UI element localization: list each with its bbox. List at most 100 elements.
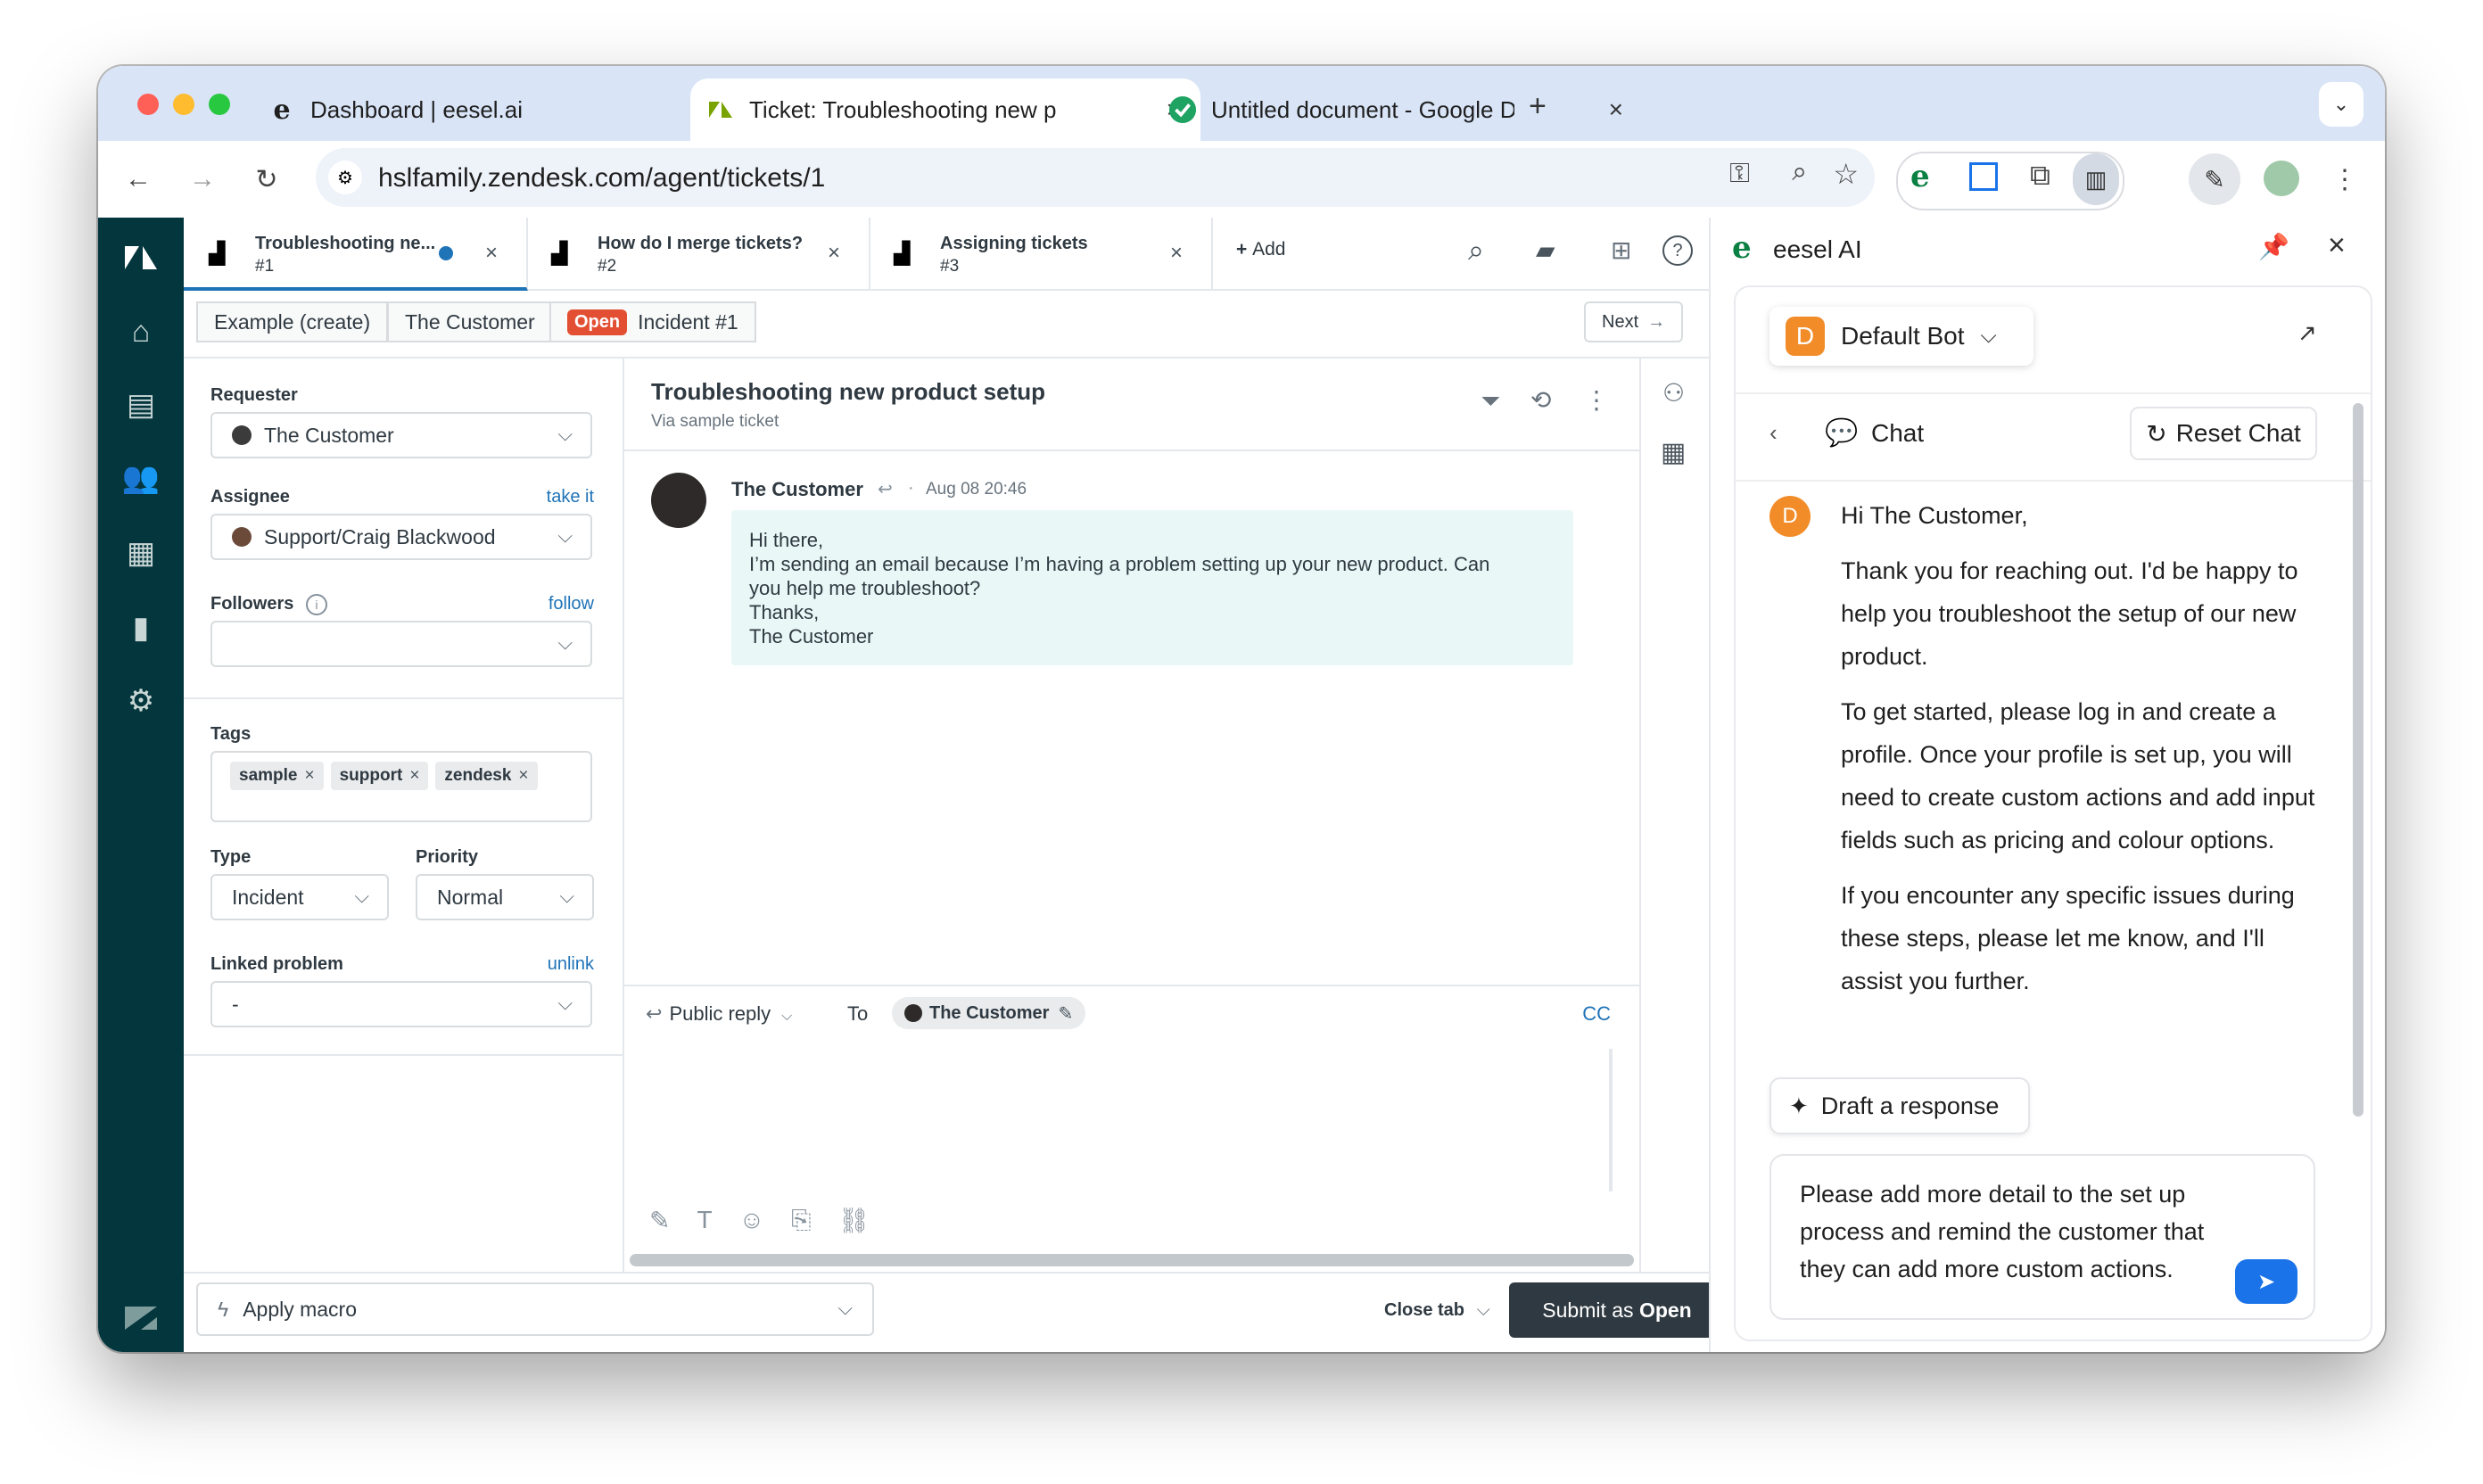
pin-icon[interactable]: 📌: [2258, 232, 2289, 261]
side-panel-icon[interactable]: ▥: [2073, 153, 2119, 205]
message-line: you help me troubleshoot?: [749, 577, 981, 599]
browser-menu-icon[interactable]: ⋮: [2322, 157, 2367, 202]
remove-tag-icon[interactable]: ×: [518, 766, 528, 786]
conversations-icon[interactable]: ▰: [1536, 235, 1555, 265]
close-tab-icon[interactable]: ×: [828, 241, 840, 266]
admin-gear-icon[interactable]: ⚙: [120, 680, 162, 722]
bot-selector[interactable]: D Default Bot ⌵: [1769, 307, 2033, 366]
reporting-icon[interactable]: ▮: [120, 606, 162, 649]
take-it-link[interactable]: take it: [547, 487, 594, 507]
close-panel-icon[interactable]: ×: [2328, 228, 2346, 263]
screenshot-extension-icon[interactable]: [1969, 162, 1998, 191]
horizontal-scrollbar[interactable]: [630, 1254, 1634, 1266]
eesel-side-panel: e eesel AI 📌 × D Default Bot ⌵ ↗ ‹ 💬 Cha…: [1709, 218, 2385, 1352]
password-key-icon[interactable]: ⚿: [1729, 159, 1750, 189]
url-text[interactable]: hslfamily.zendesk.com/agent/tickets/1: [378, 163, 825, 194]
type-value: Incident: [232, 885, 304, 909]
tab-number: #2: [598, 257, 617, 276]
close-tab-icon[interactable]: ×: [1609, 95, 1623, 124]
text-format-icon[interactable]: T: [697, 1206, 712, 1235]
tags-input[interactable]: sample × support × zendesk ×: [210, 751, 592, 822]
tab-search-chevron-icon[interactable]: ⌄: [2319, 82, 2363, 127]
type-select[interactable]: Incident ⌵: [210, 874, 389, 920]
follow-link[interactable]: follow: [549, 594, 594, 614]
compose-icon[interactable]: ✎: [649, 1206, 670, 1235]
close-tab-select[interactable]: Close tab ⌵: [1384, 1300, 1490, 1321]
emoji-icon[interactable]: ☺: [739, 1206, 765, 1235]
close-tab-icon[interactable]: ×: [1170, 241, 1183, 266]
close-window-button[interactable]: [137, 94, 159, 115]
home-icon[interactable]: ⌂: [120, 310, 162, 353]
divider: [184, 1054, 623, 1056]
address-bar[interactable]: ⚙ hslfamily.zendesk.com/agent/tickets/1 …: [316, 148, 1875, 207]
linked-problem-select[interactable]: - ⌵: [210, 981, 592, 1027]
organizations-icon[interactable]: ▦: [120, 532, 162, 574]
breadcrumb-organization[interactable]: Example (create): [196, 301, 389, 342]
remove-tag-icon[interactable]: ×: [409, 766, 419, 786]
open-external-icon[interactable]: ↗: [2297, 319, 2317, 347]
zoom-icon[interactable]: ⌕: [1792, 157, 1807, 187]
zendesk-z-icon[interactable]: [120, 1297, 162, 1340]
forward-icon[interactable]: →: [180, 157, 225, 202]
zendesk-tab-2[interactable]: ▟ How do I merge tickets? #2 ×: [526, 218, 870, 289]
edit-pencil-icon[interactable]: ✎: [1058, 1002, 1073, 1025]
link-icon[interactable]: ⛓: [838, 1206, 870, 1235]
reload-icon[interactable]: ↻: [244, 157, 289, 202]
submit-button[interactable]: Submit as Open: [1509, 1282, 1725, 1338]
remove-tag-icon[interactable]: ×: [304, 766, 314, 786]
reset-chat-button[interactable]: ↻ Reset Chat: [2130, 407, 2317, 460]
chat-scrollbar[interactable]: [2353, 403, 2363, 1117]
info-icon[interactable]: i: [305, 594, 327, 615]
back-icon[interactable]: ←: [116, 157, 161, 202]
reply-mode-select[interactable]: ↩ Public reply ⌵: [646, 1002, 792, 1026]
extensions-puzzle-icon[interactable]: ⧉: [2030, 159, 2050, 193]
next-button[interactable]: Next →: [1584, 301, 1684, 342]
unlink-link[interactable]: unlink: [548, 954, 594, 975]
chat-input[interactable]: Please add more detail to the set up pro…: [1769, 1154, 2315, 1320]
profile-avatar[interactable]: [2264, 161, 2299, 196]
scrollbar[interactable]: [1609, 1049, 1613, 1191]
zendesk-tab-3[interactable]: ▟ Assigning tickets #3 ×: [869, 218, 1213, 289]
recipient-chip[interactable]: The Customer ✎: [892, 997, 1086, 1029]
browser-tab-google-doc[interactable]: Untitled document - Google D ×: [1124, 78, 1623, 141]
chevron-down-icon: ⌵: [1980, 324, 1997, 348]
more-options-icon[interactable]: ⋮: [1584, 385, 1609, 415]
site-settings-icon[interactable]: ⚙: [328, 161, 362, 194]
eesel-extension-icon[interactable]: e: [1910, 159, 1930, 194]
attachment-icon[interactable]: ⎘: [791, 1206, 811, 1235]
customers-icon[interactable]: 👥: [120, 457, 162, 499]
views-icon[interactable]: ▤: [120, 383, 162, 426]
send-icon[interactable]: ➤: [2235, 1259, 2297, 1304]
filter-icon[interactable]: ⏷: [1481, 387, 1500, 416]
user-profile-icon[interactable]: ⚇: [1662, 378, 1685, 408]
close-tab-icon[interactable]: ×: [485, 241, 498, 266]
chat-input-text[interactable]: Please add more detail to the set up pro…: [1800, 1175, 2246, 1288]
apply-macro-select[interactable]: ϟ Apply macro ⌵: [196, 1282, 874, 1336]
requester-value: The Customer: [264, 423, 394, 447]
bookmark-star-icon[interactable]: ☆: [1833, 157, 1859, 191]
edit-pencil-icon[interactable]: ✎: [2189, 153, 2240, 205]
help-icon[interactable]: ?: [1662, 235, 1693, 266]
back-chevron-icon[interactable]: ‹: [1769, 419, 1778, 447]
requester-select[interactable]: The Customer ⌵: [210, 412, 592, 458]
add-tab-button[interactable]: + Add: [1236, 239, 1285, 260]
reply-textarea[interactable]: [651, 1051, 1613, 1191]
zendesk-logo-icon[interactable]: [120, 237, 162, 280]
minimize-window-button[interactable]: [173, 94, 194, 115]
followers-select[interactable]: ⌵: [210, 621, 592, 667]
browser-tab-title: Ticket: Troubleshooting new p: [749, 95, 1057, 123]
draft-response-button[interactable]: ✦ Draft a response: [1769, 1077, 2030, 1134]
zendesk-tab-1[interactable]: ▟ Troubleshooting ne... #1 ×: [184, 218, 528, 291]
history-icon[interactable]: ⟲: [1530, 385, 1551, 415]
products-grid-icon[interactable]: ⊞: [1611, 235, 1631, 265]
apps-grid-icon[interactable]: ▦: [1661, 437, 1686, 468]
priority-select[interactable]: Normal ⌵: [416, 874, 594, 920]
assignee-select[interactable]: Support/Craig Blackwood ⌵: [210, 514, 592, 560]
new-tab-button[interactable]: +: [1529, 89, 1547, 124]
cc-link[interactable]: CC: [1582, 1002, 1611, 1026]
breadcrumb-user[interactable]: The Customer: [387, 301, 553, 342]
breadcrumb-ticket[interactable]: Open Incident #1: [549, 301, 756, 342]
search-icon[interactable]: ⌕: [1468, 234, 1484, 268]
chevron-down-icon: ⌵: [354, 885, 369, 907]
maximize-window-button[interactable]: [209, 94, 230, 115]
